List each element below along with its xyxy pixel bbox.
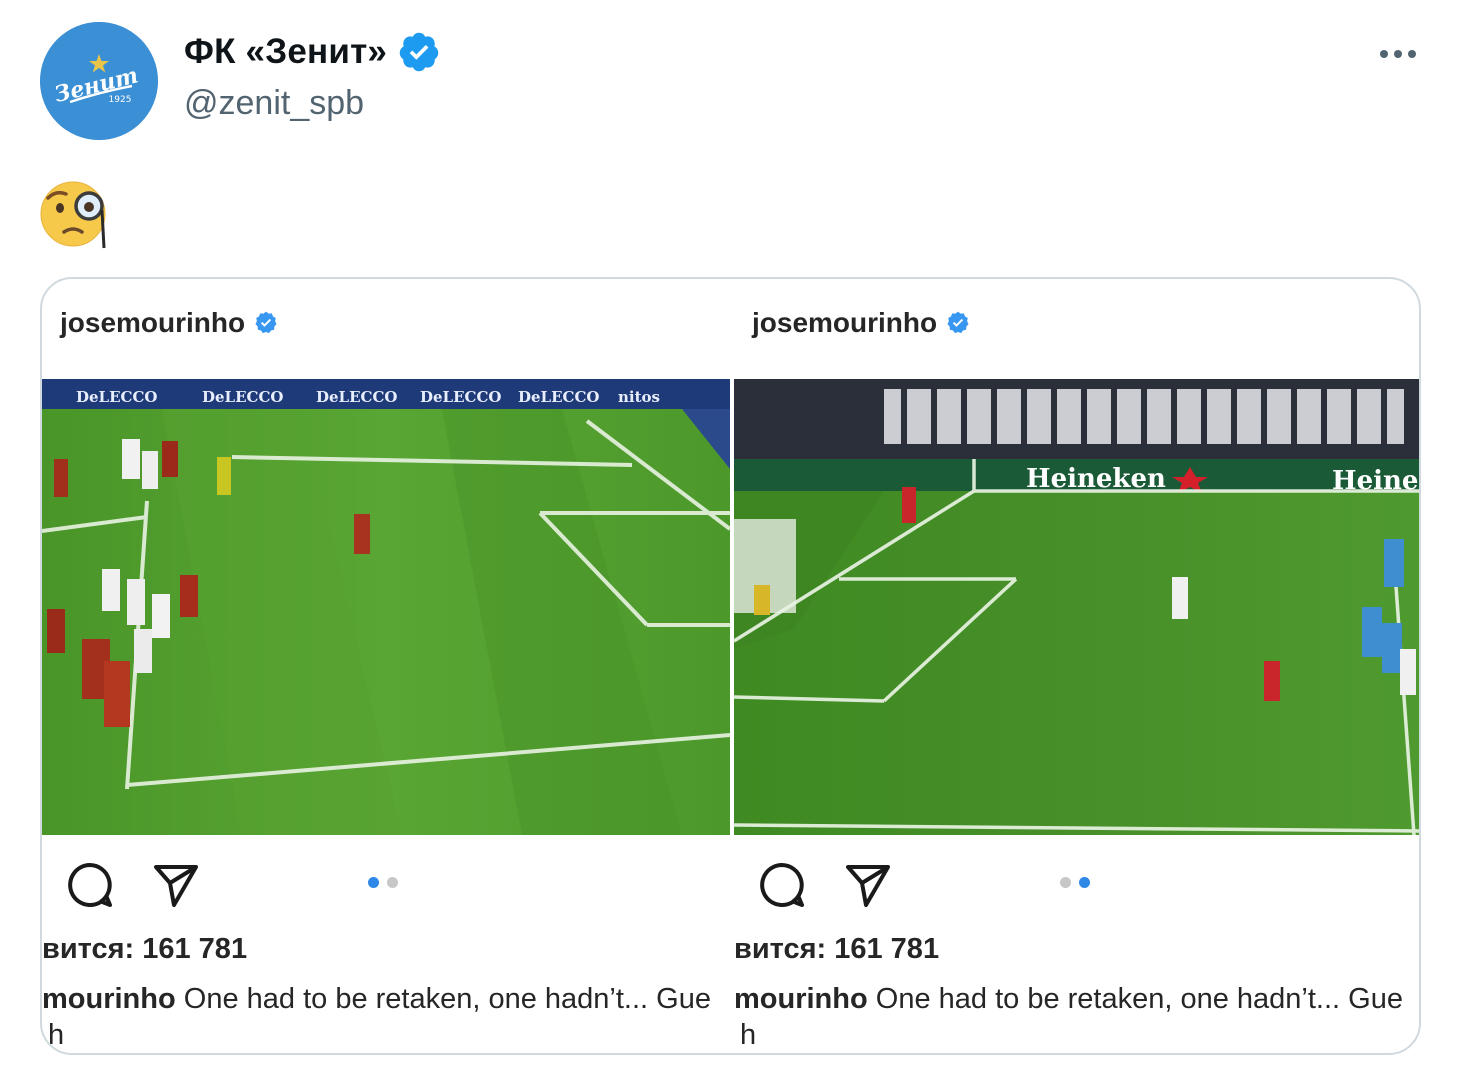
tweet-text-emoji [40,176,114,250]
likes-count: вится: 161 781 [734,933,940,965]
author-display-name[interactable]: ФК «Зенит» [184,32,387,72]
likes-count: вится: 161 781 [42,933,248,965]
post-photo-penalty-zenit: Heineken Heine [734,379,1419,835]
football-pitch-photo: Heineken Heine [734,379,1419,835]
share-icon[interactable] [152,861,200,909]
carousel-dot-active [368,877,379,888]
ad-board: DeLECCO [518,388,599,406]
carousel-dot [1060,877,1071,888]
zenit-logo: Зенит 1925 [40,22,158,140]
ad-board: DeLECCO [420,388,501,406]
ad-board: nitos [618,388,660,406]
post-header: josemourinho [60,307,279,339]
instagram-post-right: josemourinho Heineken Heine вится: 161 7… [734,279,1419,1053]
ad-board: DeLECCO [202,388,283,406]
post-actions [66,861,200,909]
post-username: josemourinho [60,307,246,338]
more-dot [1394,50,1402,58]
instagram-post-left: josemourinho DeLECCO DeLECCO DeLECCO DeL… [42,279,730,1053]
post-username: josemourinho [752,307,938,338]
post-photo-penalty-roma: DeLECCO DeLECCO DeLECCO DeLECCO DeLECCO … [42,379,730,835]
avatar-year: 1925 [109,95,132,105]
comment-icon[interactable] [66,861,114,909]
share-icon[interactable] [844,861,892,909]
author-name-row[interactable]: ФК «Зенит» [184,30,441,74]
post-header: josemourinho [752,307,971,339]
caption-username: mourinho [42,983,176,1015]
caption-overflow-text: h [734,1019,756,1052]
author-handle[interactable]: @zenit_spb [184,84,364,123]
carousel-dot [387,877,398,888]
post-actions [758,861,892,909]
caption-text: One had to be retaken, one hadn’t... Gue [867,983,1403,1015]
avatar[interactable]: Зенит 1925 [40,22,158,140]
carousel-dot-active [1079,877,1090,888]
post-caption: mourinho One had to be retaken, one hadn… [42,983,711,1016]
ad-board: DeLECCO [316,388,397,406]
caption-overflow-letter: h [48,1019,65,1051]
caption-username: mourinho [734,983,868,1015]
face-with-monocle-icon [40,181,106,249]
instagram-verified-icon [947,311,969,334]
comment-icon[interactable] [758,861,806,909]
ad-board: DeLECCO [76,388,157,406]
more-dot [1408,50,1416,58]
caption-overflow-letter: h [740,1019,757,1051]
more-dot [1380,50,1388,58]
carousel-indicator [1060,877,1090,888]
carousel-indicator [368,877,398,888]
verified-badge-icon [399,32,439,72]
football-pitch-photo: DeLECCO DeLECCO DeLECCO DeLECCO DeLECCO … [42,379,730,835]
more-options-button[interactable] [1372,34,1424,74]
instagram-verified-icon [255,311,277,334]
caption-text: One had to be retaken, one hadn’t... Gue [175,983,711,1015]
post-caption: mourinho One had to be retaken, one hadn… [734,983,1403,1016]
caption-overflow-text: h [42,1019,64,1052]
embedded-image-card[interactable]: josemourinho DeLECCO DeLECCO DeLECCO DeL… [40,277,1421,1055]
